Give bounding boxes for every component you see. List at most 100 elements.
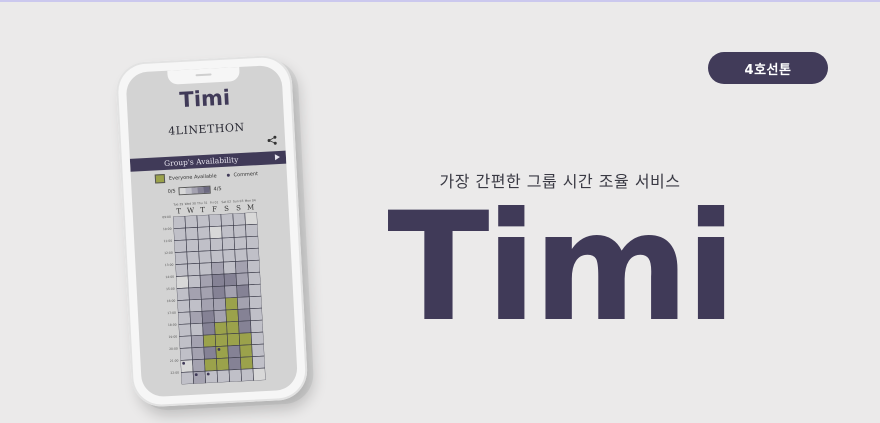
availability-cell[interactable]	[185, 239, 200, 253]
availability-cell[interactable]	[238, 320, 252, 334]
availability-cell[interactable]	[235, 260, 249, 274]
share-icon[interactable]	[267, 135, 278, 146]
availability-cell[interactable]	[251, 343, 265, 357]
availability-grid[interactable]	[172, 212, 266, 385]
availability-cell[interactable]	[201, 310, 215, 324]
availability-cell[interactable]	[234, 248, 248, 262]
availability-cell[interactable]	[226, 321, 240, 335]
availability-cell[interactable]	[180, 371, 195, 385]
availability-cell[interactable]	[177, 311, 191, 325]
availability-cell[interactable]	[252, 367, 266, 381]
availability-cell[interactable]	[215, 345, 229, 359]
availability-cell[interactable]	[184, 215, 198, 229]
availability-cell[interactable]	[200, 286, 214, 300]
availability-cell[interactable]	[240, 368, 254, 382]
availability-cell[interactable]	[221, 237, 236, 251]
availability-cell[interactable]	[211, 273, 225, 287]
availability-cell[interactable]	[226, 333, 241, 347]
availability-cell[interactable]	[199, 262, 213, 276]
availability-cell[interactable]	[227, 345, 241, 359]
availability-cell[interactable]	[185, 227, 199, 241]
availability-cell[interactable]	[197, 238, 212, 252]
availability-cell[interactable]	[190, 322, 204, 337]
availability-cell[interactable]	[222, 249, 236, 263]
availability-cell[interactable]	[225, 309, 239, 323]
availability-cell[interactable]	[211, 261, 225, 275]
availability-cell[interactable]	[172, 215, 186, 229]
availability-cell[interactable]	[233, 224, 247, 238]
availability-header[interactable]: Group's Availability	[129, 150, 287, 172]
availability-cell[interactable]	[197, 226, 211, 240]
availability-cell[interactable]	[213, 309, 227, 323]
availability-cell[interactable]	[214, 321, 228, 335]
availability-cell[interactable]	[228, 356, 242, 371]
availability-cell[interactable]	[252, 355, 266, 369]
availability-cell[interactable]	[239, 344, 253, 358]
availability-cell[interactable]	[174, 251, 188, 265]
availability-cell[interactable]	[246, 247, 260, 262]
availability-cell[interactable]	[244, 212, 258, 226]
availability-cell[interactable]	[216, 369, 230, 383]
availability-cell[interactable]	[200, 298, 215, 312]
availability-cell[interactable]	[221, 225, 235, 239]
availability-cell[interactable]	[247, 259, 261, 274]
availability-cell[interactable]	[189, 298, 203, 313]
availability-cell[interactable]	[248, 283, 262, 298]
availability-cell[interactable]	[175, 275, 190, 289]
availability-cell[interactable]	[187, 274, 201, 289]
availability-cell[interactable]	[188, 286, 202, 301]
availability-cell[interactable]	[247, 271, 261, 286]
availability-cell[interactable]	[198, 250, 212, 264]
availability-cell[interactable]	[224, 285, 238, 299]
availability-cell[interactable]	[202, 334, 217, 348]
availability-cell[interactable]	[233, 236, 248, 250]
availability-cell[interactable]	[173, 227, 187, 241]
availability-cell[interactable]	[177, 299, 191, 313]
availability-cell[interactable]	[208, 213, 222, 228]
availability-cell[interactable]	[228, 368, 242, 383]
availability-cell[interactable]	[249, 307, 263, 322]
availability-cell[interactable]	[220, 213, 234, 227]
availability-cell[interactable]	[192, 358, 206, 373]
availability-cell[interactable]	[179, 347, 193, 361]
availability-cell[interactable]	[178, 323, 192, 337]
availability-cell[interactable]	[250, 331, 265, 346]
availability-cell[interactable]	[178, 335, 193, 349]
availability-cell[interactable]	[212, 297, 227, 311]
availability-cell[interactable]	[238, 332, 253, 346]
availability-cell[interactable]	[175, 263, 189, 277]
availability-cell[interactable]	[209, 237, 224, 252]
availability-cell[interactable]	[237, 308, 251, 322]
availability-cell[interactable]	[204, 358, 218, 372]
availability-cell[interactable]	[214, 333, 229, 347]
availability-cell[interactable]	[190, 334, 205, 349]
availability-cell[interactable]	[187, 263, 201, 277]
availability-cell[interactable]	[232, 212, 246, 226]
availability-cell[interactable]	[176, 287, 190, 301]
availability-cell[interactable]	[192, 370, 207, 385]
availability-cell[interactable]	[173, 239, 188, 253]
availability-cell[interactable]	[203, 346, 217, 360]
availability-cell[interactable]	[245, 235, 260, 250]
availability-cell[interactable]	[209, 225, 223, 240]
availability-cell[interactable]	[223, 261, 237, 275]
availability-cell[interactable]	[248, 295, 263, 310]
availability-cell[interactable]	[235, 272, 249, 286]
availability-cell[interactable]	[236, 284, 250, 298]
availability-cell[interactable]	[216, 357, 230, 371]
availability-cell[interactable]	[210, 249, 224, 264]
availability-cell[interactable]	[199, 274, 213, 288]
availability-cell[interactable]	[250, 319, 264, 334]
availability-cell[interactable]	[212, 285, 226, 299]
availability-cell[interactable]	[204, 370, 219, 384]
availability-cell[interactable]	[240, 356, 254, 370]
availability-cell[interactable]	[196, 214, 210, 228]
availability-cell[interactable]	[186, 251, 200, 265]
availability-cell[interactable]	[180, 359, 194, 373]
availability-cell[interactable]	[223, 273, 237, 287]
availability-cell[interactable]	[245, 223, 259, 238]
availability-cell[interactable]	[189, 310, 203, 325]
availability-cell[interactable]	[236, 296, 251, 310]
availability-cell[interactable]	[202, 322, 216, 336]
availability-cell[interactable]	[191, 346, 205, 361]
